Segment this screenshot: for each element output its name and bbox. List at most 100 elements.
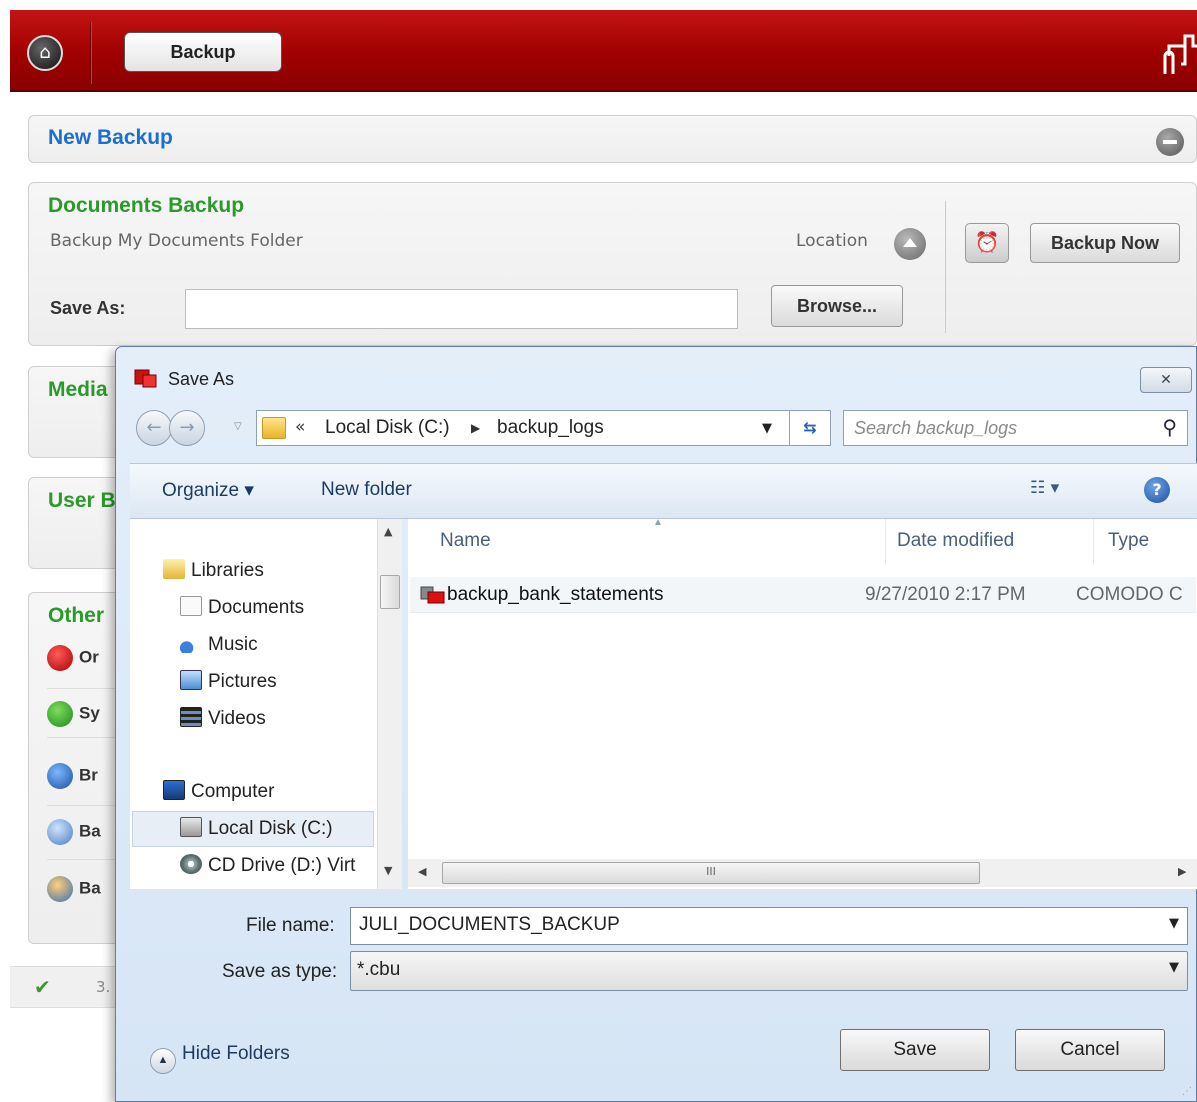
divider [47, 859, 117, 860]
scroll-right-icon[interactable]: ▶ [1178, 865, 1186, 878]
user-backup-title: User B [48, 489, 116, 512]
divider [47, 688, 117, 689]
scroll-up-icon[interactable]: ▲ [384, 525, 392, 538]
browse-button[interactable]: Browse... [771, 285, 903, 327]
search-icon[interactable]: ⚲ [1162, 415, 1177, 439]
nav-computer-label: Computer [191, 781, 275, 802]
app-header: ⌂ Backup [10, 10, 1197, 92]
column-name-label: Name [440, 530, 491, 551]
cancel-button[interactable]: Cancel [1015, 1029, 1165, 1071]
location-toggle-icon[interactable] [894, 228, 926, 260]
divider [47, 805, 117, 806]
back-arrow-icon[interactable]: ← [136, 410, 172, 446]
other-item-label: Or [79, 647, 99, 667]
nav-videos[interactable]: Videos [180, 707, 266, 730]
save-as-label: Save As: [50, 298, 126, 318]
header-divider [90, 22, 92, 84]
hide-folders-button[interactable]: ▲ Hide Folders [150, 1043, 290, 1074]
chevron-up-icon: ▲ [150, 1048, 176, 1074]
other-item-label: Sy [79, 703, 100, 723]
usb-icon[interactable] [1157, 34, 1197, 76]
scroll-down-icon[interactable]: ▼ [384, 864, 392, 877]
local-disk-icon [180, 817, 202, 837]
resize-grip-icon[interactable]: ⋰ [1182, 1086, 1192, 1097]
organize-menu[interactable]: Organize ▾ [162, 479, 254, 502]
scroll-thumb[interactable]: III [442, 862, 980, 884]
file-name-dropdown-icon[interactable]: ▼ [1169, 916, 1179, 931]
sort-ascending-icon: ▲ [653, 517, 663, 528]
dialog-title: Save As [168, 369, 235, 389]
schedule-clock-icon[interactable]: ⏰ [965, 223, 1009, 263]
column-header-type[interactable]: Type [1094, 519, 1197, 565]
nav-music[interactable]: Music [180, 633, 258, 656]
nav-local-disk-label: Local Disk (C:) [208, 818, 333, 839]
address-dropdown-icon[interactable]: ▼ [762, 421, 772, 436]
address-overflow-chevron[interactable]: « [295, 417, 305, 437]
navigation-pane: Libraries Documents Music Pictures Video… [130, 519, 378, 889]
other-title: Other [48, 604, 105, 627]
help-icon[interactable]: ? [1144, 477, 1170, 503]
breadcrumb-separator-icon[interactable]: ▶ [471, 421, 480, 435]
music-icon [180, 633, 202, 653]
column-header-name[interactable]: ▲ Name [408, 517, 886, 565]
search-input[interactable] [854, 416, 1144, 440]
file-name-value: JULI_DOCUMENTS_BACKUP [359, 914, 620, 935]
save-type-dropdown-icon[interactable]: ▼ [1169, 960, 1179, 975]
other-item-label: Ba [79, 821, 101, 841]
new-backup-title[interactable]: New Backup [48, 126, 173, 150]
breadcrumb-local-disk[interactable]: Local Disk (C:) [325, 417, 450, 439]
nav-music-label: Music [208, 634, 258, 655]
recent-pages-dropdown-icon[interactable]: ▽ [234, 421, 242, 432]
tab-backup[interactable]: Backup [124, 32, 282, 72]
close-button[interactable]: ✕ [1140, 367, 1192, 393]
change-view-icon[interactable]: ☷ ▾ [1030, 478, 1059, 498]
save-button[interactable]: Save [840, 1029, 990, 1071]
pictures-icon [180, 670, 202, 690]
file-list-horizontal-scrollbar[interactable]: ◀ III ▶ [408, 859, 1197, 887]
nav-pane-scrollbar[interactable]: ▲ ▼ [378, 519, 402, 889]
nav-local-disk[interactable]: Local Disk (C:) [180, 817, 333, 840]
new-folder-button[interactable]: New folder [321, 479, 412, 501]
nav-documents-label: Documents [208, 597, 305, 618]
backup-user-icon [47, 876, 73, 902]
backup-settings-icon [47, 819, 73, 845]
location-label: Location [796, 231, 868, 251]
documents-backup-subtitle: Backup My Documents Folder [50, 231, 303, 251]
nav-documents[interactable]: Documents [180, 596, 304, 619]
save-type-select[interactable]: *.cbu ▼ [350, 951, 1188, 991]
status-bar: ✔ 3. [10, 966, 120, 1008]
home-icon[interactable]: ⌂ [27, 35, 63, 71]
backup-now-button[interactable]: Backup Now [1030, 223, 1180, 263]
documents-backup-panel: Documents Backup Backup My Documents Fol… [28, 182, 1197, 346]
scroll-thumb[interactable] [380, 575, 400, 609]
scroll-left-icon[interactable]: ◀ [418, 865, 426, 878]
search-box[interactable]: ⚲ [843, 410, 1188, 446]
comodo-backup-icon [134, 369, 157, 388]
nav-libraries[interactable]: Libraries [163, 559, 264, 582]
folder-icon [262, 417, 286, 439]
nav-computer[interactable]: Computer [163, 780, 274, 803]
forward-arrow-icon[interactable]: → [169, 410, 205, 446]
documents-backup-title: Documents Backup [48, 194, 245, 217]
collapse-icon[interactable] [1156, 128, 1184, 156]
column-header-date-modified[interactable]: Date modified [886, 519, 1094, 565]
file-date-cell: 9/27/2010 2:17 PM [865, 584, 1026, 605]
file-name-input[interactable]: JULI_DOCUMENTS_BACKUP ▼ [350, 907, 1188, 945]
save-as-input[interactable] [185, 289, 738, 329]
file-type-cell: COMODO C [1076, 584, 1183, 605]
sync-icon [47, 701, 73, 727]
nav-cd-drive[interactable]: CD Drive (D:) Virt [180, 854, 355, 877]
other-item-label: Ba [79, 878, 101, 898]
new-backup-panel[interactable]: New Backup [28, 115, 1197, 163]
nav-pictures[interactable]: Pictures [180, 670, 277, 693]
cd-drive-icon [180, 854, 202, 874]
save-type-label: Save as type: [222, 961, 338, 982]
file-row[interactable]: backup_bank_statements 9/27/2010 2:17 PM… [410, 577, 1196, 613]
refresh-icon[interactable]: ⇆ [789, 410, 831, 446]
address-bar[interactable]: « Local Disk (C:) ▶ backup_logs ▼ [256, 410, 830, 446]
nav-pictures-label: Pictures [208, 671, 277, 692]
divider [47, 737, 117, 738]
file-name-label: File name: [246, 915, 335, 936]
breadcrumb-backup-logs[interactable]: backup_logs [497, 417, 604, 439]
nav-cd-drive-label: CD Drive (D:) Virt [208, 855, 356, 876]
